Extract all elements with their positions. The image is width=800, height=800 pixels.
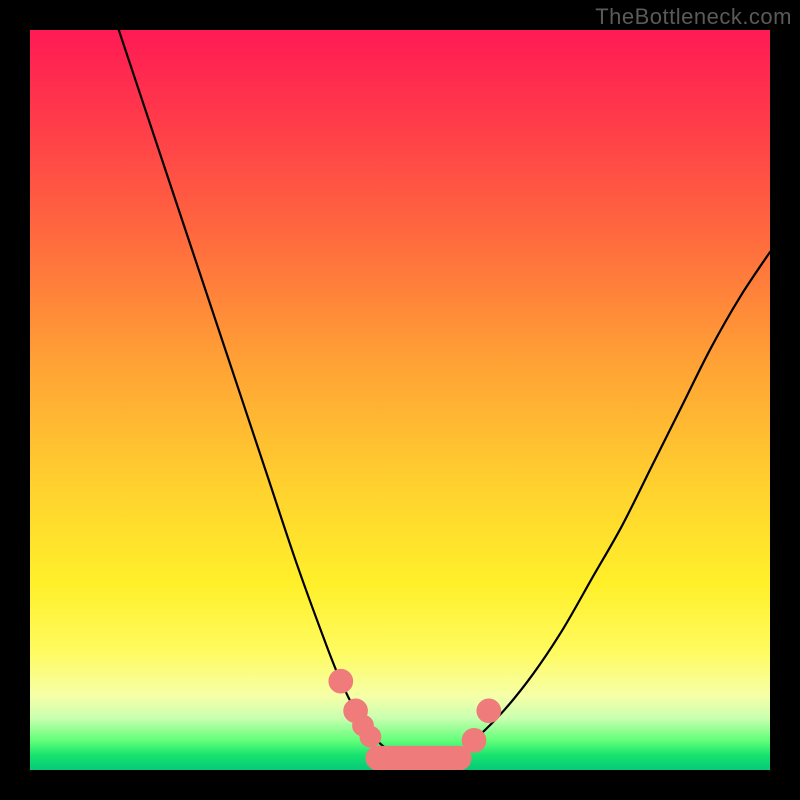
marker-pill-4 [366, 746, 471, 770]
plot-area [30, 30, 770, 770]
marker-dot-5 [462, 729, 486, 753]
chart-frame: TheBottleneck.com [0, 0, 800, 800]
series-left-curve [119, 30, 415, 759]
marker-group [329, 669, 501, 770]
marker-dot-6 [477, 699, 501, 723]
series-right-curve [444, 252, 770, 759]
marker-dot-0 [329, 669, 353, 693]
marker-dot-2 [353, 715, 374, 736]
watermark-text: TheBottleneck.com [595, 4, 792, 30]
marker-dot-3 [360, 726, 381, 747]
curve-group [119, 30, 770, 759]
chart-overlay [30, 30, 770, 770]
marker-dot-1 [344, 699, 368, 723]
